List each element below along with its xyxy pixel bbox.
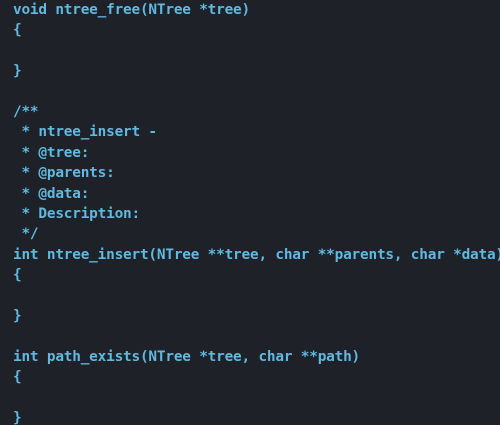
comment-line[interactable]: /** [13,102,500,122]
code-line[interactable]: { [13,265,500,285]
code-line[interactable] [13,326,500,346]
code-line[interactable]: } [13,408,500,425]
code-line[interactable]: { [13,20,500,40]
code-line[interactable]: void ntree_free(NTree *tree) [13,0,500,20]
code-line[interactable]: } [13,61,500,81]
comment-line[interactable]: * @tree: [13,143,500,163]
code-text-area[interactable]: void ntree_free(NTree *tree) { } /** * n… [13,0,500,425]
code-line[interactable] [13,387,500,407]
code-line[interactable]: { [13,367,500,387]
code-line[interactable] [13,82,500,102]
code-line[interactable] [13,41,500,61]
comment-line[interactable]: * @parents: [13,163,500,183]
comment-line[interactable]: */ [13,224,500,244]
comment-line[interactable]: * ntree_insert - [13,122,500,142]
code-line[interactable]: int ntree_insert(NTree **tree, char **pa… [13,245,500,265]
code-line[interactable] [13,285,500,305]
comment-line[interactable]: * @data: [13,184,500,204]
code-line[interactable]: int path_exists(NTree *tree, char **path… [13,347,500,367]
code-line[interactable]: } [13,306,500,326]
code-editor[interactable]: void ntree_free(NTree *tree) { } /** * n… [0,0,500,425]
comment-line[interactable]: * Description: [13,204,500,224]
